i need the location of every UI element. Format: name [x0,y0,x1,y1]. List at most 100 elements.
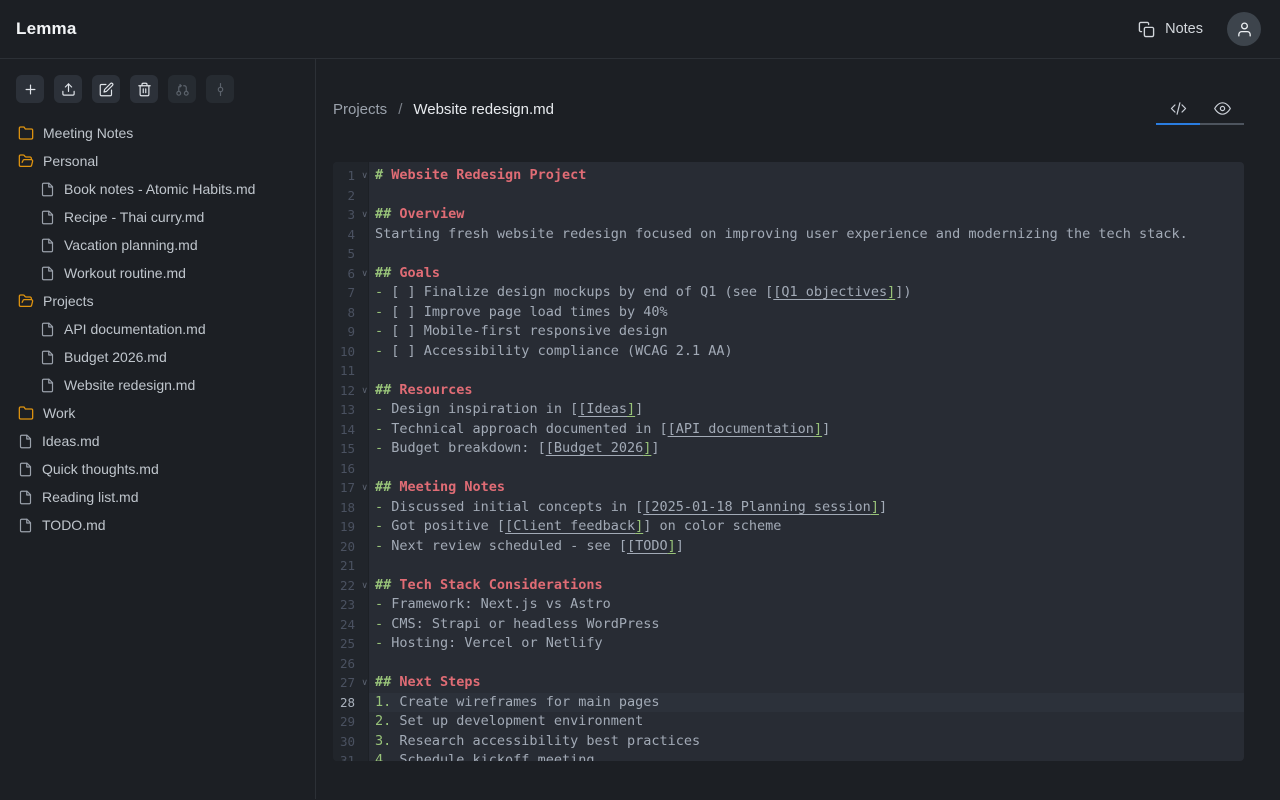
fold-chevron-icon[interactable]: ∨ [361,265,368,285]
editor-line[interactable]: 281. Create wireframes for main pages [333,693,1244,713]
editor-line[interactable]: 9- [ ] Mobile-first responsive design [333,322,1244,342]
breadcrumb: Projects / Website redesign.md [333,93,554,125]
sidebar-file[interactable]: TODO.md [16,511,315,539]
delete-button[interactable] [130,75,158,103]
editor-line[interactable]: 8- [ ] Improve page load times by 40% [333,303,1244,323]
fold-chevron-icon[interactable]: ∨ [361,674,368,694]
line-number: 1∨ [333,166,369,186]
editor-line[interactable]: 14- Technical approach documented in [[A… [333,420,1244,440]
editor-line[interactable]: 4Starting fresh website redesign focused… [333,225,1244,245]
sidebar-folder[interactable]: Meeting Notes [16,119,315,147]
editor-line[interactable]: 5 [333,244,1244,264]
file-icon [40,182,55,197]
sidebar-folder[interactable]: Projects [16,287,315,315]
editor-line[interactable]: 22∨## Tech Stack Considerations [333,576,1244,596]
line-number: 24 [333,615,369,635]
line-number: 23 [333,595,369,615]
editor-line[interactable]: 314. Schedule kickoff meeting [333,751,1244,761]
editor-line[interactable]: 23- Framework: Next.js vs Astro [333,595,1244,615]
editor-line[interactable]: 3∨## Overview [333,205,1244,225]
editor-line[interactable]: 27∨## Next Steps [333,673,1244,693]
editor-line[interactable]: 13- Design inspiration in [[Ideas]] [333,400,1244,420]
app-header: Lemma Notes [0,0,1280,59]
editor-line[interactable]: 18- Discussed initial concepts in [[2025… [333,498,1244,518]
sidebar-folder[interactable]: Personal [16,147,315,175]
editor-line[interactable]: 1∨# Website Redesign Project [333,166,1244,186]
editor-line[interactable]: 25- Hosting: Vercel or Netlify [333,634,1244,654]
line-number: 18 [333,498,369,518]
view-toggle [1156,93,1244,125]
sidebar-file[interactable]: API documentation.md [16,315,315,343]
editor-line[interactable]: 16 [333,459,1244,479]
line-number: 12∨ [333,381,369,401]
line-number: 14 [333,420,369,440]
edit-button[interactable] [92,75,120,103]
editor-line[interactable]: 303. Research accessibility best practic… [333,732,1244,752]
line-number: 30 [333,732,369,752]
tree-item-label: Meeting Notes [43,125,133,141]
sidebar-file[interactable]: Reading list.md [16,483,315,511]
sidebar-file[interactable]: Website redesign.md [16,371,315,399]
editor-line[interactable]: 26 [333,654,1244,674]
editor-line[interactable]: 292. Set up development environment [333,712,1244,732]
editor-line[interactable]: 19- Got positive [[Client feedback]] on … [333,517,1244,537]
code-text [369,556,1244,576]
new-note-button[interactable] [16,75,44,103]
code-text: - Discussed initial concepts in [[2025-0… [369,498,1244,518]
editor-line[interactable]: 7- [ ] Finalize design mockups by end of… [333,283,1244,303]
editor-line[interactable]: 2 [333,186,1244,206]
line-number: 2 [333,186,369,206]
user-icon [1236,21,1253,38]
sidebar-file[interactable]: Workout routine.md [16,259,315,287]
line-number: 16 [333,459,369,479]
line-number: 25 [333,634,369,654]
tab-source-view[interactable] [1156,93,1200,125]
sidebar-file[interactable]: Quick thoughts.md [16,455,315,483]
fold-chevron-icon[interactable]: ∨ [361,479,368,499]
sidebar-folder[interactable]: Work [16,399,315,427]
code-icon [1170,100,1187,117]
code-text: ## Next Steps [369,673,1244,693]
avatar[interactable] [1227,12,1261,46]
tree-item-label: Ideas.md [42,433,100,449]
sidebar-file[interactable]: Ideas.md [16,427,315,455]
sidebar-file[interactable]: Book notes - Atomic Habits.md [16,175,315,203]
breadcrumb-file: Website redesign.md [413,101,554,118]
sidebar-file[interactable]: Recipe - Thai curry.md [16,203,315,231]
code-text: 4. Schedule kickoff meeting [369,751,1244,761]
file-icon [40,266,55,281]
file-icon [40,210,55,225]
file-icon [40,378,55,393]
fold-chevron-icon[interactable]: ∨ [361,206,368,226]
tab-preview-view[interactable] [1200,93,1244,125]
notes-button[interactable]: Notes [1138,21,1203,38]
editor-line[interactable]: 6∨## Goals [333,264,1244,284]
editor-line[interactable]: 17∨## Meeting Notes [333,478,1244,498]
line-number: 4 [333,225,369,245]
sidebar-file[interactable]: Vacation planning.md [16,231,315,259]
fold-chevron-icon[interactable]: ∨ [361,167,368,187]
line-number: 8 [333,303,369,323]
editor-line[interactable]: 20- Next review scheduled - see [[TODO]] [333,537,1244,557]
line-number: 13 [333,400,369,420]
tree-item-label: Quick thoughts.md [42,461,159,477]
editor-line[interactable]: 11 [333,361,1244,381]
editor-line[interactable]: 15- Budget breakdown: [[Budget 2026]] [333,439,1244,459]
editor-line[interactable]: 12∨## Resources [333,381,1244,401]
editor-line[interactable]: 21 [333,556,1244,576]
tree-item-label: API documentation.md [64,321,206,337]
sidebar-file[interactable]: Budget 2026.md [16,343,315,371]
code-text: 2. Set up development environment [369,712,1244,732]
upload-button[interactable] [54,75,82,103]
tree-item-label: Reading list.md [42,489,139,505]
editor-line[interactable]: 10- [ ] Accessibility compliance (WCAG 2… [333,342,1244,362]
line-number: 9 [333,322,369,342]
editor-line[interactable]: 24- CMS: Strapi or headless WordPress [333,615,1244,635]
fold-chevron-icon[interactable]: ∨ [361,382,368,402]
fold-chevron-icon[interactable]: ∨ [361,577,368,597]
tree-item-label: Recipe - Thai curry.md [64,209,204,225]
markdown-editor[interactable]: 1∨# Website Redesign Project23∨## Overvi… [333,162,1244,761]
line-number: 5 [333,244,369,264]
breadcrumb-folder[interactable]: Projects [333,101,387,118]
line-number: 17∨ [333,478,369,498]
